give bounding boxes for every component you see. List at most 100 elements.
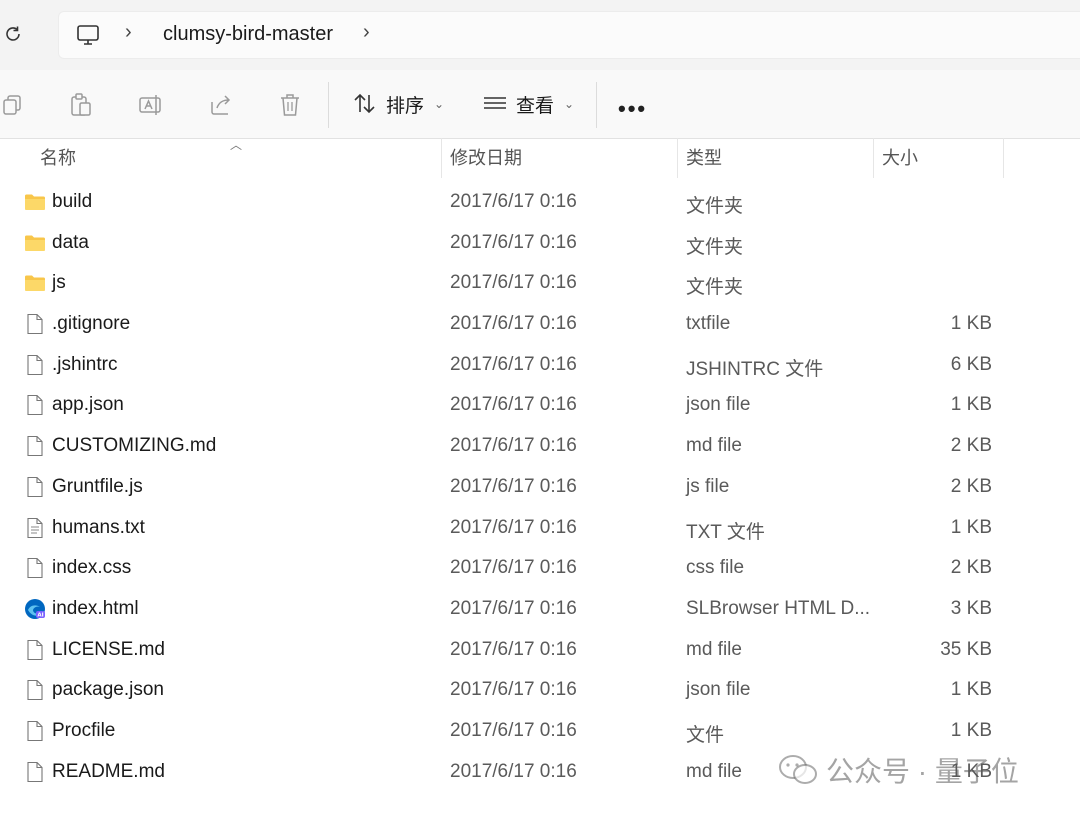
file-row-11[interactable]: LICENSE.md 2017/6/17 0:16 md file 35 KB [0, 630, 1080, 671]
file-type: SLBrowser HTML D... [686, 597, 871, 619]
file-size: 1 KB [950, 679, 992, 701]
view-label: 查看 [516, 95, 555, 117]
file-name: index.css [52, 557, 132, 579]
file-icon [24, 435, 46, 457]
text-file-icon [24, 517, 46, 539]
column-divider[interactable] [873, 138, 874, 178]
column-divider[interactable] [677, 138, 678, 178]
watermark-text: 公众号 · 量子位 [826, 756, 1019, 787]
file-list: build 2017/6/17 0:16 文件夹 data 2017/6/17 0:1… [0, 182, 1080, 792]
file-icon [24, 761, 46, 783]
file-date: 2017/6/17 0:16 [450, 394, 577, 416]
file-icon [24, 354, 46, 376]
view-list-icon [484, 97, 506, 109]
file-name: humans.txt [52, 516, 145, 538]
file-row-3[interactable]: .gitignore 2017/6/17 0:16 txtfile 1 KB [0, 304, 1080, 345]
folder-icon [24, 272, 46, 294]
file-row-10[interactable]: AI index.html 2017/6/17 0:16 SLBrowser HTML… [0, 589, 1080, 630]
folder-icon [24, 191, 46, 213]
delete-icon[interactable] [277, 92, 303, 118]
refresh-icon[interactable] [0, 20, 26, 48]
file-type: css file [686, 557, 745, 579]
file-date: 2017/6/17 0:16 [450, 516, 577, 538]
file-row-9[interactable]: index.css 2017/6/17 0:16 css file 2 KB [0, 548, 1080, 589]
sort-button[interactable]: 排序 ⌄ [352, 88, 444, 120]
file-name: CUSTOMIZING.md [52, 435, 217, 457]
file-date: 2017/6/17 0:16 [450, 231, 577, 253]
file-size: 2 KB [950, 435, 992, 457]
column-header-date[interactable]: 修改日期 [450, 138, 522, 178]
file-row-13[interactable]: Procfile 2017/6/17 0:16 文件 1 KB [0, 711, 1080, 752]
file-name: build [52, 191, 93, 212]
column-header-type[interactable]: 类型 [686, 138, 722, 178]
file-size: 6 KB [950, 353, 992, 375]
file-icon [24, 476, 46, 498]
file-type: json file [686, 394, 751, 416]
column-divider[interactable] [441, 138, 442, 178]
file-icon [24, 639, 46, 661]
file-size: 1 KB [950, 313, 992, 335]
file-type: json file [686, 679, 751, 701]
file-type: 文件夹 [686, 196, 744, 217]
chevron-down-icon: ⌄ [564, 97, 575, 111]
chevron-down-icon: ⌄ [434, 97, 445, 111]
file-name: .gitignore [52, 313, 131, 335]
file-row-4[interactable]: .jshintrc 2017/6/17 0:16 JSHINTRC 文件 6 KB [0, 345, 1080, 386]
file-name: package.json [52, 679, 164, 701]
command-bar: 排序 ⌄ 查看 ⌄ ••• [0, 70, 1080, 139]
browser-icon: AI [24, 598, 46, 620]
more-options-button[interactable]: ••• [618, 96, 647, 122]
file-type: 文件 [686, 724, 725, 746]
file-row-6[interactable]: CUSTOMIZING.md 2017/6/17 0:16 md file 2 KB [0, 426, 1080, 467]
file-name: app.json [52, 394, 124, 416]
toolbar-divider [328, 82, 329, 128]
paste-icon[interactable] [68, 92, 94, 118]
file-type: md file [686, 638, 742, 660]
breadcrumb-current-folder[interactable]: clumsy-bird-master [163, 23, 333, 46]
file-type: md file [686, 435, 742, 457]
file-row-7[interactable]: Gruntfile.js 2017/6/17 0:16 js file 2 KB [0, 467, 1080, 508]
watermark: 公众号 · 量子位 [778, 752, 1019, 788]
file-name: js [52, 272, 66, 294]
file-size: 35 KB [940, 638, 992, 660]
column-header-name[interactable]: 名称 [40, 138, 76, 178]
column-header-size[interactable]: 大小 [882, 138, 918, 178]
share-icon[interactable] [208, 92, 234, 118]
file-icon [24, 313, 46, 335]
sort-ascending-icon: ︿ [230, 138, 243, 152]
file-type: md file [686, 760, 742, 782]
file-date: 2017/6/17 0:16 [450, 353, 577, 375]
file-row-0[interactable]: build 2017/6/17 0:16 文件夹 [0, 182, 1080, 223]
file-icon [24, 720, 46, 742]
file-icon [24, 679, 46, 701]
file-type: JSHINTRC 文件 [686, 358, 824, 380]
file-type: 文件夹 [686, 236, 744, 258]
file-size: 3 KB [950, 597, 992, 619]
copy-icon[interactable] [0, 92, 26, 118]
file-date: 2017/6/17 0:16 [450, 557, 577, 579]
file-date: 2017/6/17 0:16 [450, 475, 577, 497]
file-row-1[interactable]: data 2017/6/17 0:16 文件夹 [0, 223, 1080, 264]
file-name: .jshintrc [52, 353, 118, 375]
file-type: txtfile [686, 313, 731, 335]
address-bar[interactable]: › clumsy-bird-master › [58, 11, 1080, 59]
file-date: 2017/6/17 0:16 [450, 760, 577, 782]
breadcrumb-separator[interactable]: › [125, 21, 132, 44]
file-date: 2017/6/17 0:16 [450, 679, 577, 701]
rename-icon[interactable] [138, 92, 164, 118]
sort-label: 排序 [386, 95, 425, 117]
file-date: 2017/6/17 0:16 [450, 638, 577, 660]
file-row-8[interactable]: humans.txt 2017/6/17 0:16 TXT 文件 1 KB [0, 508, 1080, 549]
computer-icon[interactable] [75, 22, 101, 48]
file-size: 1 KB [950, 719, 992, 741]
view-button[interactable]: 查看 ⌄ [482, 88, 574, 120]
breadcrumb-separator[interactable]: › [363, 21, 370, 44]
column-divider[interactable] [1003, 138, 1004, 178]
file-type: TXT 文件 [686, 521, 765, 543]
file-row-2[interactable]: js 2017/6/17 0:16 文件夹 [0, 263, 1080, 304]
svg-text:AI: AI [37, 612, 43, 618]
file-row-12[interactable]: package.json 2017/6/17 0:16 json file 1 KB [0, 670, 1080, 711]
file-row-5[interactable]: app.json 2017/6/17 0:16 json file 1 KB [0, 385, 1080, 426]
file-date: 2017/6/17 0:16 [450, 719, 577, 741]
file-name: Procfile [52, 719, 116, 741]
